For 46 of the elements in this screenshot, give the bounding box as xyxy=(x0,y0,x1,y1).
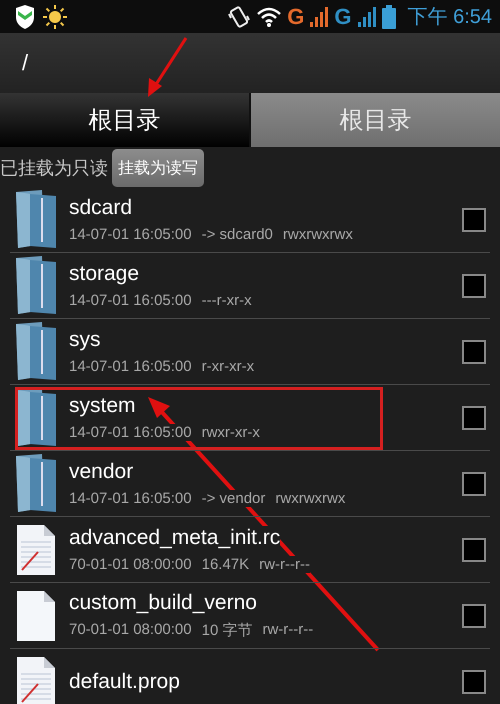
folder-icon xyxy=(16,190,56,250)
file-info: -> vendor xyxy=(202,490,266,507)
text-file-icon xyxy=(16,656,56,704)
shield-icon xyxy=(14,4,36,28)
current-path: / xyxy=(22,50,28,76)
file-row[interactable]: advanced_meta_init.rc 70-01-01 08:00:00 16.47K rw-r--r-- xyxy=(10,517,490,583)
folder-icon xyxy=(16,256,56,316)
network-type: G xyxy=(334,4,352,30)
file-row[interactable]: vendor 14-07-01 16:05:00 -> vendor rwxrwxrwx xyxy=(10,451,490,517)
file-row[interactable]: sdcard 14-07-01 16:05:00 -> sdcard0 rwxrwxrwx xyxy=(10,187,490,253)
file-name: custom_build_verno xyxy=(69,591,257,615)
file-name: default.prop xyxy=(69,670,180,694)
file-name: advanced_meta_init.rc xyxy=(69,526,280,550)
file-row[interactable]: custom_build_verno 70-01-01 08:00:00 10 字节 rw-r--r-- xyxy=(10,583,490,649)
checkbox[interactable] xyxy=(462,340,486,364)
file-date: 14-07-01 16:05:00 xyxy=(69,424,192,441)
wifi-icon xyxy=(257,6,282,26)
folder-icon xyxy=(16,388,56,448)
file-permissions: rw-r--r-- xyxy=(259,556,310,573)
checkbox[interactable] xyxy=(462,208,486,232)
text-file-icon xyxy=(16,524,56,576)
checkbox[interactable] xyxy=(462,604,486,628)
checkbox[interactable] xyxy=(462,670,486,694)
sun-icon xyxy=(42,4,68,30)
checkbox[interactable] xyxy=(462,406,486,430)
checkbox[interactable] xyxy=(462,472,486,496)
file-icon xyxy=(16,590,56,642)
signal-icon xyxy=(358,6,376,26)
folder-icon xyxy=(16,454,56,514)
annotation-arrow xyxy=(148,37,188,97)
file-row[interactable]: sys 14-07-01 16:05:00 r-xr-xr-x xyxy=(10,319,490,385)
file-info: 10 字节 xyxy=(202,621,252,640)
mount-read-write-button[interactable]: 挂载为读写 xyxy=(112,149,204,187)
mount-status: 已挂载为只读 xyxy=(0,157,108,180)
signal-icon xyxy=(310,6,328,26)
network-type: G xyxy=(287,4,304,30)
checkbox[interactable] xyxy=(462,538,486,562)
folder-icon xyxy=(16,322,56,382)
file-row[interactable]: default.prop xyxy=(10,649,490,704)
vibrate-icon xyxy=(227,4,252,28)
file-row[interactable]: system 14-07-01 16:05:00 rwxr-xr-x xyxy=(10,385,490,451)
checkbox[interactable] xyxy=(462,274,486,298)
clock: 下午 6:54 xyxy=(408,5,492,30)
file-row[interactable]: storage 14-07-01 16:05:00 ---r-xr-x xyxy=(10,253,490,319)
tab[interactable]: 根目录 xyxy=(0,93,249,147)
battery-icon xyxy=(382,4,396,28)
